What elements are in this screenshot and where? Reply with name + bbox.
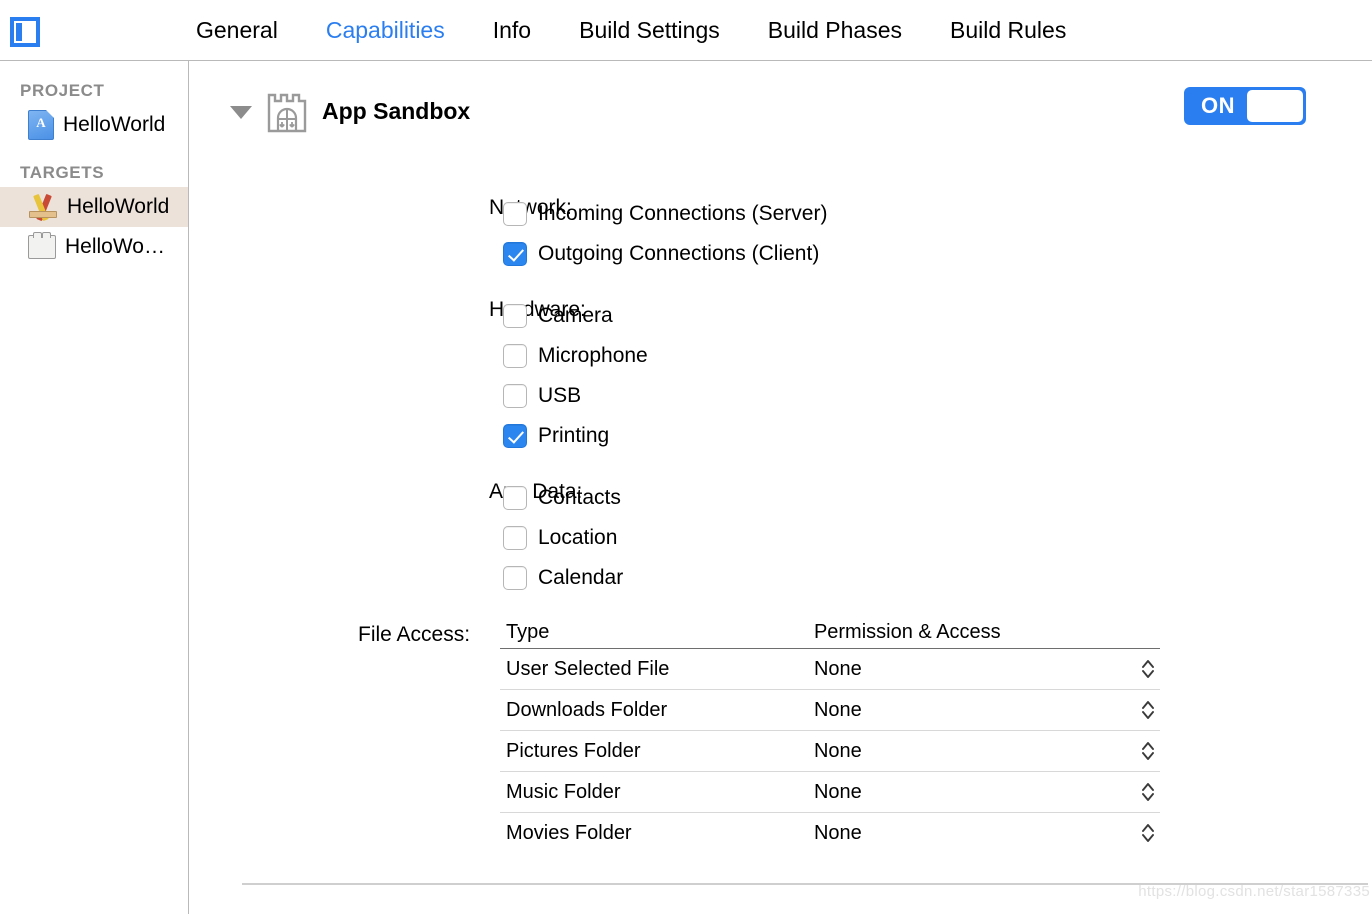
xcode-capabilities-window: GeneralCapabilitiesInfoBuild SettingsBui… [0,0,1372,914]
checkbox-label: Printing [538,424,609,448]
cell-type: Downloads Folder [500,690,814,731]
editor-tab-bar: GeneralCapabilitiesInfoBuild SettingsBui… [0,0,1372,61]
navigator-panel-icon[interactable] [10,17,40,47]
checkbox-row[interactable]: USB [503,376,648,416]
tab-build-rules[interactable]: Build Rules [926,0,1090,60]
sidebar-item-label: HelloWorld [63,113,165,137]
cell-permission: None [814,731,1160,772]
stepper-icon[interactable] [1140,656,1156,682]
checkbox-label: Microphone [538,344,648,368]
table-row[interactable]: Movies FolderNone [500,813,1160,854]
tab-list: GeneralCapabilitiesInfoBuild SettingsBui… [172,0,1090,60]
column-header-type: Type [500,619,814,649]
disclosure-triangle-down-icon[interactable] [230,106,252,119]
permission-value: None [814,781,862,804]
checkbox-unchecked-icon[interactable] [503,526,527,550]
checkbox-unchecked-icon[interactable] [503,202,527,226]
toggle-label: ON [1184,93,1235,119]
checkbox-checked-icon[interactable] [503,242,527,266]
checkbox-label: Location [538,526,617,550]
permission-value: None [814,658,862,681]
xcode-target-icon [28,193,58,221]
sidebar-item-target-helloworld[interactable]: HelloWorld [0,187,188,227]
cell-type: Pictures Folder [500,731,814,772]
stepper-icon[interactable] [1140,697,1156,723]
castle-icon [266,88,308,134]
cell-permission: None [814,649,1160,690]
tab-info[interactable]: Info [469,0,555,60]
group-label: App Data: [489,478,503,506]
cell-type: User Selected File [500,649,814,690]
table-row[interactable]: User Selected FileNone [500,649,1160,690]
checkbox-row[interactable]: Microphone [503,336,648,376]
checkbox-label: Outgoing Connections (Client) [538,242,819,266]
checkbox-checked-icon[interactable] [503,424,527,448]
checkbox-row[interactable]: Outgoing Connections (Client) [503,234,827,274]
checkbox-row[interactable]: Location [503,518,623,558]
checkbox-unchecked-icon[interactable] [503,344,527,368]
sidebar-targets-header: TARGETS [0,157,188,187]
table-row[interactable]: Downloads FolderNone [500,690,1160,731]
permission-value: None [814,822,862,845]
checkbox-row[interactable]: Printing [503,416,648,456]
sidebar-item-project-helloworld[interactable]: HelloWorld [0,105,188,145]
project-targets-sidebar: PROJECT HelloWorld TARGETS HelloWorld He… [0,61,189,914]
checkbox-unchecked-icon[interactable] [503,566,527,590]
file-access-label: File Access: [358,623,470,647]
capabilities-pane: App Sandbox ON Network:Incoming Connecti… [190,61,1372,914]
sidebar-project-header: PROJECT [0,75,188,105]
option-group-hardware: Hardware:CameraMicrophoneUSBPrinting [503,296,648,456]
table-row[interactable]: Music FolderNone [500,772,1160,813]
watermark-text: https://blog.csdn.net/star1587335 [1138,883,1370,900]
stepper-icon[interactable] [1140,820,1156,846]
xcode-project-icon [28,110,54,140]
cell-permission: None [814,690,1160,731]
tab-capabilities[interactable]: Capabilities [302,0,469,60]
checkbox-label: USB [538,384,581,408]
sidebar-item-target-helloworldtests[interactable]: HelloWo… [0,227,188,267]
checkbox-row[interactable]: Calendar [503,558,623,598]
permission-value: None [814,699,862,722]
capability-title: App Sandbox [322,98,470,125]
cell-type: Movies Folder [500,813,814,854]
table-row[interactable]: Pictures FolderNone [500,731,1160,772]
table-header-row: Type Permission & Access [500,619,1160,649]
app-sandbox-toggle[interactable]: ON [1184,87,1306,125]
tab-build-settings[interactable]: Build Settings [555,0,744,60]
toggle-knob [1247,90,1303,122]
file-access-table: Type Permission & Access User Selected F… [500,619,1160,853]
checkbox-unchecked-icon[interactable] [503,384,527,408]
checkbox-unchecked-icon[interactable] [503,304,527,328]
group-label: Hardware: [489,296,503,324]
option-group-app-data: App Data:ContactsLocationCalendar [503,478,623,598]
permission-value: None [814,740,862,763]
column-header-permission: Permission & Access [814,619,1160,649]
sidebar-item-label: HelloWorld [67,195,169,219]
checkbox-label: Incoming Connections (Server) [538,202,827,226]
cell-permission: None [814,772,1160,813]
checkbox-label: Calendar [538,566,623,590]
app-sandbox-header: App Sandbox [230,88,470,134]
tab-build-phases[interactable]: Build Phases [744,0,926,60]
stepper-icon[interactable] [1140,738,1156,764]
cell-type: Music Folder [500,772,814,813]
stepper-icon[interactable] [1140,779,1156,805]
checkbox-unchecked-icon[interactable] [503,486,527,510]
cell-permission: None [814,813,1160,854]
option-group-network: Network:Incoming Connections (Server)Out… [503,194,827,274]
group-label: Network: [489,194,503,222]
tab-general[interactable]: General [172,0,302,60]
test-bundle-icon [28,235,56,259]
sidebar-item-label: HelloWo… [65,235,165,259]
